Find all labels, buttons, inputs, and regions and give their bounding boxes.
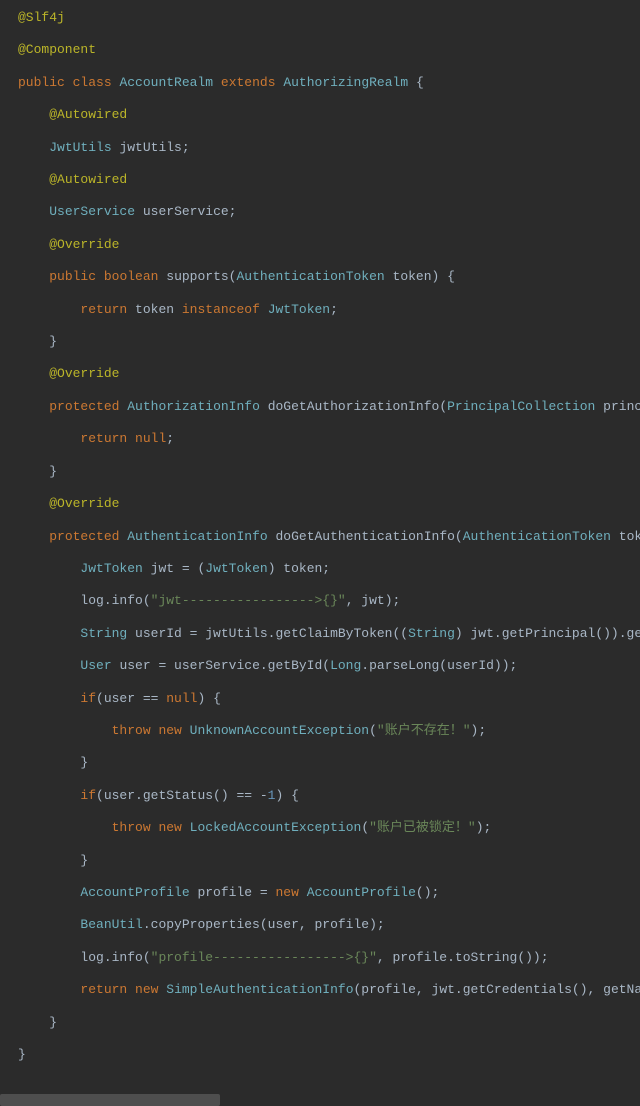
brace: } bbox=[80, 755, 88, 770]
brace: } bbox=[49, 1015, 57, 1030]
type: SimpleAuthenticationInfo bbox=[166, 982, 353, 997]
keyword: new bbox=[275, 885, 298, 900]
keyword: throw bbox=[112, 723, 151, 738]
annotation: @Slf4j bbox=[18, 10, 65, 25]
code: log.info( bbox=[80, 950, 150, 965]
code: ) token; bbox=[268, 561, 330, 576]
code: user = userService.getById( bbox=[112, 658, 330, 673]
keyword: protected bbox=[49, 399, 119, 414]
code: ); bbox=[471, 723, 487, 738]
annotation: @Override bbox=[49, 237, 119, 252]
keyword: if bbox=[80, 788, 96, 803]
type: LockedAccountException bbox=[190, 820, 362, 835]
code-editor-pane: @Slf4j @Component public class AccountRe… bbox=[0, 0, 640, 1106]
code: .parseLong(userId)); bbox=[361, 658, 517, 673]
method: supports( bbox=[166, 269, 236, 284]
punct: ; bbox=[330, 302, 338, 317]
keyword: instanceof bbox=[182, 302, 260, 317]
annotation: @Autowired bbox=[49, 172, 127, 187]
identifier: jwtUtils; bbox=[119, 140, 189, 155]
type: JwtUtils bbox=[49, 140, 111, 155]
param: token) { bbox=[385, 269, 455, 284]
code: log.info( bbox=[80, 593, 150, 608]
string: "账户已被锁定！" bbox=[369, 820, 476, 835]
identifier: token bbox=[135, 302, 174, 317]
type: String bbox=[80, 626, 127, 641]
type: UserService bbox=[49, 204, 135, 219]
brace: } bbox=[80, 853, 88, 868]
horizontal-scrollbar[interactable] bbox=[0, 1094, 220, 1106]
method: doGetAuthorizationInfo( bbox=[268, 399, 447, 414]
code: (user == bbox=[96, 691, 166, 706]
type: PrincipalCollection bbox=[447, 399, 595, 414]
code: (); bbox=[416, 885, 439, 900]
keyword: extends bbox=[221, 75, 276, 90]
code: (profile, jwt.getCredentials(), getName(… bbox=[354, 982, 640, 997]
keyword: new bbox=[135, 982, 158, 997]
punct: ; bbox=[166, 431, 174, 446]
annotation: @Component bbox=[18, 42, 96, 57]
string: "jwt----------------->{}" bbox=[151, 593, 346, 608]
keyword: new bbox=[158, 723, 181, 738]
code-block: @Slf4j @Component public class AccountRe… bbox=[0, 0, 640, 1081]
type: JwtToken bbox=[268, 302, 330, 317]
param: token) t bbox=[611, 529, 640, 544]
annotation: @Autowired bbox=[49, 107, 127, 122]
brace: } bbox=[49, 334, 57, 349]
code: ) jwt.getPrincipal()).getSubj bbox=[455, 626, 640, 641]
brace: } bbox=[18, 1047, 26, 1062]
method: doGetAuthenticationInfo( bbox=[276, 529, 463, 544]
brace: { bbox=[416, 75, 424, 90]
param: principals bbox=[595, 399, 640, 414]
keyword: if bbox=[80, 691, 96, 706]
type: AuthenticationToken bbox=[463, 529, 611, 544]
brace: } bbox=[49, 464, 57, 479]
keyword: return bbox=[80, 982, 127, 997]
code: ) { bbox=[197, 691, 220, 706]
type: AuthorizationInfo bbox=[127, 399, 260, 414]
keyword: public bbox=[18, 75, 65, 90]
type: BeanUtil bbox=[80, 917, 142, 932]
type: UnknownAccountException bbox=[190, 723, 369, 738]
type: JwtToken bbox=[80, 561, 142, 576]
keyword: return bbox=[80, 431, 127, 446]
keyword: class bbox=[73, 75, 112, 90]
keyword: null bbox=[135, 431, 166, 446]
type: AuthorizingRealm bbox=[283, 75, 408, 90]
keyword: return bbox=[80, 302, 127, 317]
keyword: protected bbox=[49, 529, 119, 544]
keyword: throw bbox=[112, 820, 151, 835]
code: .copyProperties(user, profile); bbox=[143, 917, 385, 932]
type: Long bbox=[330, 658, 361, 673]
code: profile = bbox=[190, 885, 276, 900]
type: AccountRealm bbox=[119, 75, 213, 90]
type: User bbox=[80, 658, 111, 673]
keyword: new bbox=[158, 820, 181, 835]
type: AuthenticationInfo bbox=[127, 529, 267, 544]
code: ) { bbox=[275, 788, 298, 803]
keyword: public bbox=[49, 269, 96, 284]
code: jwt = ( bbox=[143, 561, 205, 576]
code: ); bbox=[476, 820, 492, 835]
string: "profile----------------->{}" bbox=[151, 950, 377, 965]
code: , profile.toString()); bbox=[377, 950, 549, 965]
annotation: @Override bbox=[49, 496, 119, 511]
type: String bbox=[408, 626, 455, 641]
keyword: null bbox=[166, 691, 197, 706]
annotation: @Override bbox=[49, 366, 119, 381]
type: AccountProfile bbox=[80, 885, 189, 900]
identifier: userService; bbox=[143, 204, 237, 219]
type: AuthenticationToken bbox=[236, 269, 384, 284]
string: "账户不存在！" bbox=[377, 723, 471, 738]
code: , jwt); bbox=[346, 593, 401, 608]
type: AccountProfile bbox=[307, 885, 416, 900]
type: JwtToken bbox=[205, 561, 267, 576]
code: userId = jwtUtils.getClaimByToken(( bbox=[127, 626, 408, 641]
code: (user.getStatus() == - bbox=[96, 788, 268, 803]
keyword: boolean bbox=[104, 269, 159, 284]
